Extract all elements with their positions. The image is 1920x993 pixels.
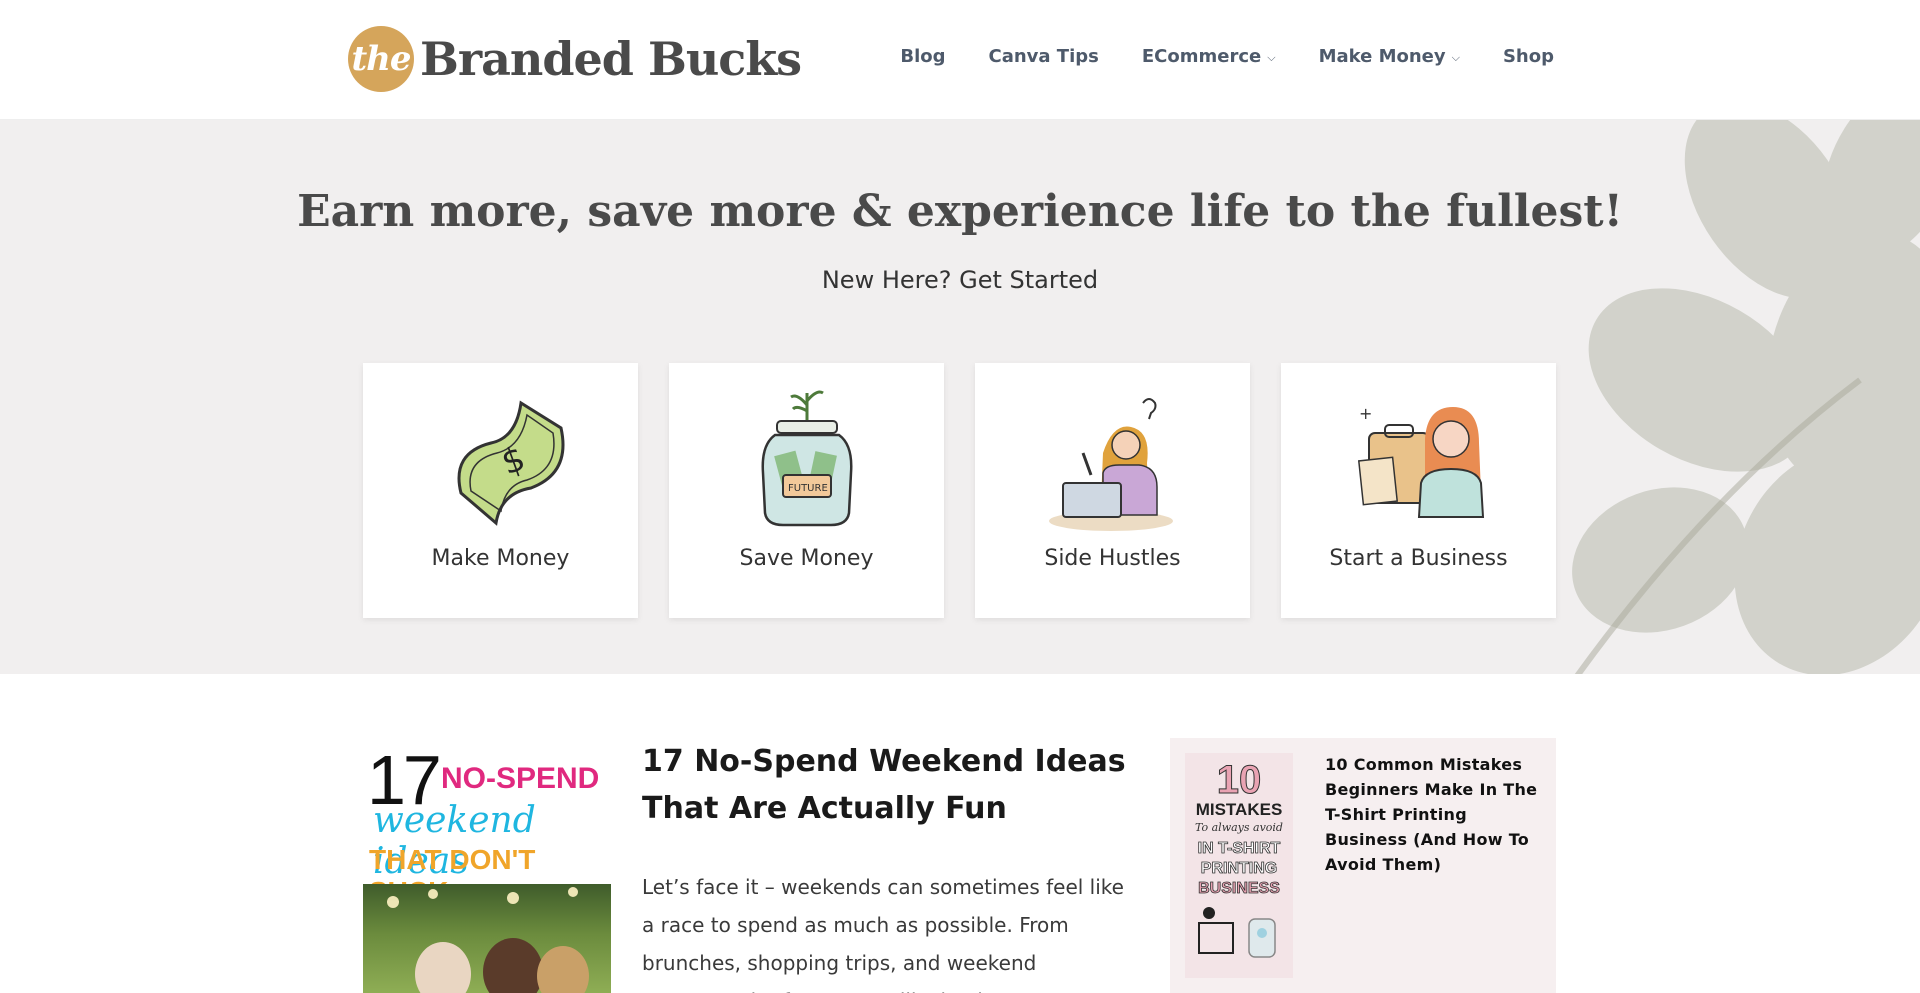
card-start-business[interactable]: + Start a Business: [1281, 363, 1556, 618]
svg-text:FUTURE: FUTURE: [788, 483, 828, 494]
thumb-line: IN T-SHIRT: [1198, 840, 1281, 857]
chevron-down-icon: ⌵: [1451, 50, 1460, 64]
sidebar-post-card[interactable]: 10 MISTAKES To always avoid IN T-SHIRT P…: [1170, 738, 1556, 993]
sidebar-post-thumbnail: 10 MISTAKES To always avoid IN T-SHIRT P…: [1185, 753, 1293, 978]
dollar-bill-icon: $: [457, 400, 564, 526]
svg-text:+: +: [1359, 404, 1372, 423]
nav-label: Shop: [1502, 46, 1554, 67]
nav-label: Make Money: [1318, 46, 1446, 67]
nav-blog[interactable]: Blog: [900, 46, 945, 67]
card-label: Start a Business: [1329, 546, 1508, 571]
card-label: Save Money: [739, 546, 874, 571]
businesswoman-briefcase-icon: +: [1357, 404, 1484, 518]
thumb-number: 10: [1217, 758, 1262, 802]
card-label: Make Money: [431, 546, 570, 571]
hero-section: Earn more, save more & experience life t…: [0, 120, 1920, 674]
savings-jar-icon: FUTURE: [761, 390, 852, 527]
nav-shop[interactable]: Shop: [1503, 46, 1554, 67]
thumb-line: MISTAKES: [1196, 800, 1283, 819]
hero-subtitle: New Here? Get Started: [821, 266, 1099, 294]
nav-canva-tips[interactable]: Canva Tips: [988, 46, 1098, 67]
sidebar-post-title: 10 Common Mistakes Beginners Make In The…: [1325, 755, 1538, 874]
thumb-line: NO-SPEND: [441, 762, 600, 795]
card-make-money[interactable]: $ Make Money: [363, 363, 638, 618]
site-logo[interactable]: the Branded Bucks: [348, 26, 802, 92]
featured-post-excerpt: Let’s face it – weekends can sometimes f…: [642, 875, 1124, 993]
card-side-hustles[interactable]: Side Hustles: [975, 363, 1250, 618]
card-save-money[interactable]: FUTURE Save Money: [669, 363, 944, 618]
card-label: Side Hustles: [1044, 546, 1181, 571]
thumb-line: BUSINESS: [1198, 880, 1280, 897]
logo-badge: the: [348, 26, 414, 92]
hero-title: Earn more, save more & experience life t…: [297, 186, 1623, 237]
thumb-line: PRINTING: [1201, 860, 1277, 877]
thumb-line: To always avoid: [1195, 821, 1283, 834]
category-cards: $ Make Money FUTURE Save Money Side Hust…: [363, 363, 1556, 618]
logo-text: Branded Bucks: [420, 32, 802, 86]
nav-label: Blog: [900, 46, 946, 67]
chevron-down-icon: ⌵: [1267, 50, 1276, 64]
nav-label: Canva Tips: [988, 46, 1099, 67]
featured-post-thumbnail[interactable]: 17 NO-SPEND weekend ideas THAT DON'T SUC…: [363, 738, 611, 993]
nav-make-money[interactable]: Make Money ⌵: [1319, 46, 1460, 67]
site-header: the Branded Bucks Blog Canva Tips EComme…: [0, 0, 1920, 120]
nav-label: ECommerce: [1141, 46, 1262, 67]
woman-laptop-icon: [1048, 398, 1173, 531]
main-nav: Blog Canva Tips ECommerce ⌵ Make Money ⌵ S…: [857, 46, 1554, 67]
featured-post-title[interactable]: 17 No-Spend Weekend Ideas That Are Actua…: [642, 738, 1162, 832]
picnic-photo: [363, 884, 611, 993]
nav-ecommerce[interactable]: ECommerce ⌵: [1142, 46, 1276, 67]
